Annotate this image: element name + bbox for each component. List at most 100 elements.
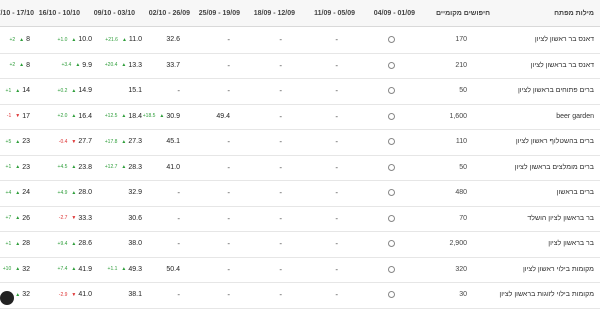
arrow-up-icon: ▲ (15, 87, 21, 94)
rank-value: 8 (26, 61, 30, 69)
arrow-up-icon: ▲ (121, 36, 127, 43)
keyword-cell[interactable]: ברים מומלצים בראשון לציון (515, 155, 594, 181)
rank-cell-w6: 30.6 (128, 206, 142, 232)
rank-value: - (279, 60, 282, 70)
rank-cell-w2: - (335, 129, 338, 155)
rank-value: 41.0 (78, 291, 92, 299)
rank-value: - (335, 264, 338, 274)
rank-cell-w8: +4 ▲ 24 (4, 180, 30, 206)
rank-value: - (227, 35, 230, 45)
keyword-cell[interactable]: מקומות בילוי לזוגות בראשון לציון (499, 282, 594, 308)
rank-change: -1 (6, 113, 12, 120)
arrow-up-icon: ▲ (15, 215, 21, 222)
rank-value: - (227, 188, 230, 198)
header-week-1[interactable]: 04/09 - 01/09 (374, 0, 415, 26)
keyword-cell[interactable]: ברים בהשטלוף ראשון לציון (516, 129, 594, 155)
arrow-up-icon: ▲ (121, 266, 127, 273)
rank-cell-w7: +7.4 ▲ 41.9 (56, 257, 92, 283)
rank-value: 27.7 (78, 138, 92, 146)
rank-change: +3.4 (61, 62, 72, 69)
rank-value: - (227, 60, 230, 70)
rank-cell-w3: - (279, 155, 282, 181)
keyword-cell[interactable]: דאנס בר ראשון לציון (535, 27, 594, 53)
rank-value: - (279, 213, 282, 223)
rank-value: - (227, 213, 230, 223)
rank-cell-w4: - (227, 27, 230, 53)
keyword-cell[interactable]: ברים בראשון (557, 180, 594, 206)
keyword-cell[interactable]: בר בראשון לציון הושלד (527, 206, 594, 232)
rank-value: - (177, 86, 180, 96)
rank-value: - (335, 213, 338, 223)
rank-change: +2 (9, 36, 16, 43)
arrow-up-icon: ▲ (71, 189, 77, 196)
keyword-cell[interactable]: beer garden (556, 104, 594, 130)
header-week-3[interactable]: 18/09 - 12/09 (254, 0, 295, 26)
keyword-cell[interactable]: מקומות בילוי ראשון לציון (523, 257, 594, 283)
header-week-2[interactable]: 11/09 - 05/09 (314, 0, 355, 26)
volume-cell: 110 (455, 138, 467, 146)
header-week-6[interactable]: 09/10 - 03/10 (94, 0, 135, 26)
not-ranked-icon (388, 61, 395, 69)
rank-value: - (227, 239, 230, 249)
rank-cell-w3: - (279, 231, 282, 257)
header-week-8[interactable]: 17/10 - 17/10 (0, 0, 34, 26)
rank-value: 33.3 (78, 214, 92, 222)
rank-cell-w5: 50.4 (166, 257, 180, 283)
rank-value: 41.9 (78, 265, 92, 273)
rank-value: 28.6 (78, 240, 92, 248)
rank-cell-w2: - (335, 78, 338, 104)
rank-value: 28.3 (128, 163, 142, 171)
header-week-7[interactable]: 16/10 - 10/10 (39, 0, 80, 26)
rank-cell-w2: - (335, 104, 338, 130)
header-volume[interactable]: חיפושים מקומיים (436, 0, 490, 26)
rank-value: 15.1 (128, 87, 142, 95)
rank-change: +1.1 (107, 266, 118, 273)
rank-cell-w3: - (279, 206, 282, 232)
rank-value: - (335, 86, 338, 96)
rank-value: - (177, 239, 180, 249)
arrow-up-icon: ▲ (15, 164, 21, 171)
rank-cell-w4: - (227, 78, 230, 104)
table-row: ברים בראשון 480- - - -32.9 +4.9 ▲ 28.0 +4 ▲ 24 (0, 180, 600, 207)
table-row: בר בראשון לציון 2,900- - - -38.0 +9.4 ▲ 28.6 +1 ▲… (0, 231, 600, 258)
arrow-up-icon: ▲ (121, 62, 127, 69)
arrow-up-icon: ▲ (19, 62, 25, 69)
header-keyword[interactable]: מילות מפתח (554, 0, 594, 26)
rank-cell-w3: - (279, 27, 282, 53)
table-row: ברים פתוחים בראשון לציון 50- - - -15.1 +0.2 ▲ 1… (0, 78, 600, 105)
rank-cell-w1 (388, 104, 395, 130)
rank-change: +1 (5, 240, 12, 247)
rank-cell-w8: +2 ▲ 8 (7, 27, 30, 53)
header-week-4[interactable]: 25/09 - 19/09 (199, 0, 240, 26)
volume-cell: 30 (459, 291, 467, 299)
keyword-cell[interactable]: דאנס בר בראשון לציון (531, 53, 594, 79)
keyword-cell[interactable]: ברים פתוחים בראשון לציון (518, 78, 594, 104)
arrow-up-icon: ▲ (15, 189, 21, 196)
rank-value: 28.0 (78, 189, 92, 197)
rank-cell-w7: +4.5 ▲ 23.8 (56, 155, 92, 181)
rank-cell-w2: - (335, 257, 338, 283)
rank-value: 28 (22, 240, 30, 248)
table-row: מקומות בילוי ראשון לציון 320- - -50.4 +1.1 ▲ 4… (0, 257, 600, 283)
rank-value: 11.0 (128, 36, 142, 44)
rank-cell-w6: 38.1 (128, 282, 142, 308)
not-ranked-icon (388, 214, 395, 222)
keyword-cell[interactable]: בר בראשון לציון (548, 231, 594, 257)
rank-change: +4 (5, 189, 12, 196)
rank-change: +0.2 (57, 87, 68, 94)
rank-cell-w8: +2 ▲ 8 (7, 53, 30, 79)
rank-value: 33.7 (166, 61, 180, 69)
arrow-up-icon: ▲ (159, 113, 165, 120)
scroll-button[interactable] (0, 291, 14, 305)
rank-cell-w7: +9.4 ▲ 28.6 (56, 231, 92, 257)
rank-value: - (279, 188, 282, 198)
volume-cell: 50 (459, 87, 467, 95)
rank-value: 17 (22, 112, 30, 120)
rank-value: - (335, 35, 338, 45)
rank-value: - (335, 60, 338, 70)
rank-cell-w1 (388, 180, 395, 206)
rank-cell-w4: - (227, 206, 230, 232)
rank-cell-w5: - (177, 282, 180, 308)
volume-cell: 50 (459, 163, 467, 171)
header-week-5[interactable]: 02/10 - 26/09 (149, 0, 190, 26)
